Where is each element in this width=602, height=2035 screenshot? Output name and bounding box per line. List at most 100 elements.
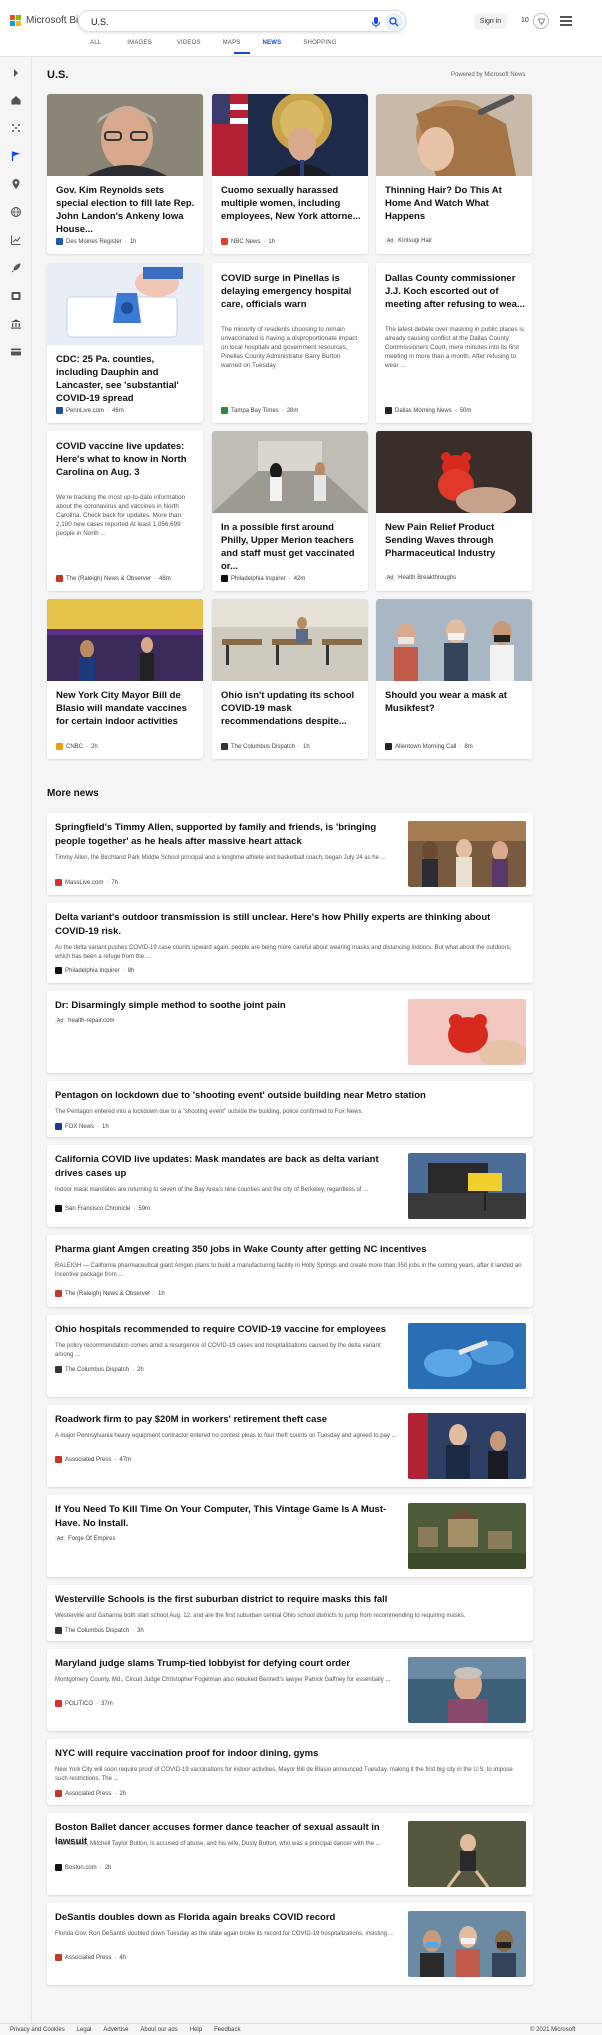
news-list-item[interactable]: DeSantis doubles down as Florida again b… [47, 1903, 533, 1985]
item-title[interactable]: If You Need To Kill Time On Your Compute… [55, 1503, 400, 1531]
tab-all[interactable]: ALL [90, 40, 101, 46]
news-list-item[interactable]: Maryland judge slams Trump-tied lobbyist… [47, 1649, 533, 1731]
card-source[interactable]: The (Raleigh) News & Observer · 48m [56, 575, 171, 582]
sign-in-button[interactable]: Sign in [474, 14, 507, 29]
item-source[interactable]: Ad Forge Of Empires [55, 1536, 115, 1542]
card-source[interactable]: NBC News · 1h [221, 238, 275, 245]
card-source[interactable]: Dallas Morning News · 50m [385, 407, 471, 414]
item-title[interactable]: Pentagon on lockdown due to 'shooting ev… [55, 1089, 520, 1103]
news-card[interactable]: Ohio isn't updating its school COVID-19 … [212, 599, 368, 759]
item-source[interactable]: Boston.com · 2h [55, 1864, 111, 1871]
item-title[interactable]: Dr: Disarmingly simple method to soothe … [55, 999, 400, 1013]
tab-shopping[interactable]: SHOPPING [303, 40, 336, 46]
item-source[interactable]: MassLive.com · 7h [55, 879, 118, 886]
ad-card[interactable]: Thinning Hair? Do This At Home And Watch… [376, 94, 532, 254]
card-title[interactable]: COVID vaccine live updates: Here's what … [56, 440, 196, 479]
news-list-item[interactable]: Ohio hospitals recommended to require CO… [47, 1315, 533, 1397]
tab-images[interactable]: IMAGES [127, 40, 152, 46]
news-list-item[interactable]: California COVID live updates: Mask mand… [47, 1145, 533, 1227]
item-source[interactable]: Ad health-repair.com [55, 1018, 114, 1024]
news-card[interactable]: COVID surge in Pinellas is delaying emer… [212, 263, 368, 423]
card-title[interactable]: Should you wear a mask at Musikfest? [385, 689, 525, 715]
news-card[interactable]: Should you wear a mask at Musikfest? All… [376, 599, 532, 759]
item-title[interactable]: NYC will require vaccination proof for i… [55, 1747, 520, 1761]
card-title[interactable]: Ohio isn't updating its school COVID-19 … [221, 689, 361, 728]
card-title[interactable]: Dallas County commissioner J.J. Koch esc… [385, 272, 525, 311]
card-source[interactable]: Ad Kintsugi Hair [385, 238, 432, 244]
tab-videos[interactable]: VIDEOS [177, 40, 201, 46]
news-card[interactable]: Cuomo sexually harassed multiple women, … [212, 94, 368, 254]
item-source[interactable]: The (Raleigh) News & Observer · 1h [55, 1290, 165, 1297]
ad-list-item[interactable]: If You Need To Kill Time On Your Compute… [47, 1495, 533, 1577]
card-source[interactable]: Philadelphia Inquirer · 42m [221, 575, 305, 582]
home-icon[interactable] [9, 93, 23, 107]
card-source[interactable]: Ad Health Breakthroughs [385, 575, 456, 581]
search-button[interactable] [385, 13, 403, 31]
footer-link-advertise[interactable]: Advertise [103, 2027, 128, 2033]
card-source[interactable]: Des Moines Register · 1h [56, 238, 136, 245]
item-title[interactable]: Pharma giant Amgen creating 350 jobs in … [55, 1243, 520, 1257]
film-icon[interactable] [9, 289, 23, 303]
card-source[interactable]: PennLive.com · 46m [56, 407, 124, 414]
card-title[interactable]: Cuomo sexually harassed multiple women, … [221, 184, 361, 223]
globe-icon[interactable] [9, 205, 23, 219]
scatter-icon[interactable] [9, 121, 23, 135]
card-source[interactable]: Allentown Morning Call · 8m [385, 743, 473, 750]
news-list-item[interactable]: Delta variant's outdoor transmission is … [47, 903, 533, 983]
item-source[interactable]: Associated Press · 47m [55, 1456, 131, 1463]
item-source[interactable]: Associated Press · 4h [55, 1954, 126, 1961]
item-title[interactable]: Maryland judge slams Trump-tied lobbyist… [55, 1657, 400, 1671]
item-title[interactable]: California COVID live updates: Mask mand… [55, 1153, 400, 1181]
flag-icon[interactable] [9, 149, 23, 163]
news-card[interactable]: Dallas County commissioner J.J. Koch esc… [376, 263, 532, 423]
card-source[interactable]: The Columbus Dispatch · 1h [221, 743, 310, 750]
bank-icon[interactable] [9, 317, 23, 331]
tab-maps[interactable]: MAPS [223, 40, 241, 46]
news-list-item[interactable]: Springfield's Timmy Allen, supported by … [47, 813, 533, 895]
news-card[interactable]: CDC: 25 Pa. counties, including Dauphin … [47, 263, 203, 423]
item-title[interactable]: DeSantis doubles down as Florida again b… [55, 1911, 400, 1925]
item-title[interactable]: Westerville Schools is the first suburba… [55, 1593, 520, 1607]
news-list-item[interactable]: Boston Ballet dancer accuses former danc… [47, 1813, 533, 1895]
card-icon[interactable] [9, 345, 23, 359]
item-source[interactable]: The Columbus Dispatch · 3h [55, 1627, 144, 1634]
microphone-icon[interactable] [369, 15, 383, 29]
card-title[interactable]: In a possible first around Philly, Upper… [221, 521, 361, 573]
card-title[interactable]: New York City Mayor Bill de Blasio will … [56, 689, 196, 728]
item-title[interactable]: Roadwork firm to pay $20M in workers' re… [55, 1413, 400, 1427]
rewards-points[interactable]: 10 [521, 17, 529, 24]
news-card[interactable]: New York City Mayor Bill de Blasio will … [47, 599, 203, 759]
news-card[interactable]: Gov. Kim Reynolds sets special election … [47, 94, 203, 254]
search-input[interactable] [91, 15, 341, 28]
card-title[interactable]: COVID surge in Pinellas is delaying emer… [221, 272, 361, 311]
footer-link-privacy[interactable]: Privacy and Cookies [10, 2027, 65, 2033]
news-card[interactable]: In a possible first around Philly, Upper… [212, 431, 368, 591]
item-title[interactable]: Ohio hospitals recommended to require CO… [55, 1323, 400, 1337]
news-list-item[interactable]: Westerville Schools is the first suburba… [47, 1585, 533, 1641]
ad-list-item[interactable]: Dr: Disarmingly simple method to soothe … [47, 991, 533, 1073]
search-box[interactable] [78, 10, 406, 32]
footer-link-legal[interactable]: Legal [77, 2027, 92, 2033]
news-list-item[interactable]: Roadwork firm to pay $20M in workers' re… [47, 1405, 533, 1487]
item-title[interactable]: Springfield's Timmy Allen, supported by … [55, 821, 400, 849]
rewards-icon[interactable] [533, 13, 549, 29]
card-source[interactable]: CNBC · 2h [56, 743, 98, 750]
card-source[interactable]: Tampa Bay Times · 28m [221, 407, 298, 414]
chart-icon[interactable] [9, 233, 23, 247]
location-icon[interactable] [9, 177, 23, 191]
item-source[interactable]: San Francisco Chronicle · 59m [55, 1205, 150, 1212]
item-source[interactable]: Associated Press · 2h [55, 1790, 126, 1797]
expand-icon[interactable] [9, 66, 23, 80]
item-source[interactable]: POLITICO · 37m [55, 1700, 113, 1707]
item-source[interactable]: The Columbus Dispatch · 2h [55, 1366, 144, 1373]
card-title[interactable]: Thinning Hair? Do This At Home And Watch… [385, 184, 525, 223]
item-source[interactable]: Philadelphia Inquirer · 8h [55, 967, 134, 974]
card-title[interactable]: CDC: 25 Pa. counties, including Dauphin … [56, 353, 196, 405]
rocket-icon[interactable] [9, 261, 23, 275]
footer-link-about-ads[interactable]: About our ads [140, 2027, 177, 2033]
card-title[interactable]: Gov. Kim Reynolds sets special election … [56, 184, 196, 236]
footer-link-help[interactable]: Help [190, 2027, 202, 2033]
footer-link-feedback[interactable]: Feedback [214, 2027, 240, 2033]
news-card[interactable]: COVID vaccine live updates: Here's what … [47, 431, 203, 591]
tab-news[interactable]: NEWS [263, 40, 282, 46]
